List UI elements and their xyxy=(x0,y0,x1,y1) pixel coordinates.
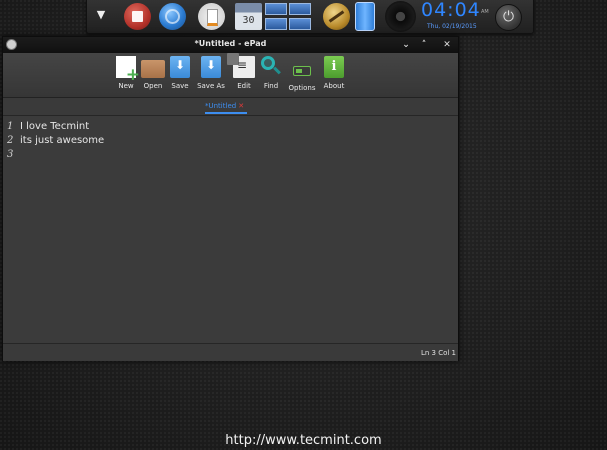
editor-line: 1 I love Tecmint xyxy=(7,121,89,135)
options-button[interactable]: Options xyxy=(288,56,316,94)
info-icon: i xyxy=(324,56,344,78)
cursor-position: Ln 3 Col 1 xyxy=(420,349,456,357)
tab-bar: *Untitled ✕ xyxy=(3,98,458,116)
folder-icon xyxy=(141,60,165,78)
save-as-label: Save As xyxy=(197,82,225,90)
clock-date: Thu, 02/19/2015 xyxy=(427,23,477,30)
about-label: About xyxy=(323,82,345,90)
clock-time: 04:04 xyxy=(421,0,481,21)
edit-button[interactable]: Edit xyxy=(227,53,255,94)
top-dock: ▼ 30 04:04 AM Thu, 02/19/2015 ⏻ xyxy=(86,0,534,34)
close-button[interactable]: ✕ xyxy=(440,38,454,52)
chevron-down-icon[interactable]: ▼ xyxy=(93,7,109,23)
title-bar[interactable]: *Untitled - ePad ⌄ ˄ ✕ xyxy=(3,37,458,53)
editor-line: 3 xyxy=(7,149,20,163)
save-label: Save xyxy=(171,82,189,90)
disc-icon[interactable] xyxy=(385,1,416,32)
browser-globe-icon[interactable] xyxy=(159,3,186,30)
calendar-icon[interactable]: 30 xyxy=(235,3,262,30)
find-label: Find xyxy=(263,82,279,90)
clock-widget[interactable]: 04:04 AM Thu, 02/19/2015 xyxy=(421,0,495,32)
open-label: Open xyxy=(143,82,163,90)
save-as-button[interactable]: Save As xyxy=(196,56,226,94)
line-text: its just awesome xyxy=(20,135,105,146)
tab-close-icon[interactable]: ✕ xyxy=(238,102,244,110)
save-button[interactable]: Save xyxy=(169,56,191,94)
workspace-switcher-icon[interactable] xyxy=(265,3,313,30)
tab-untitled[interactable]: *Untitled ✕ xyxy=(205,102,244,110)
status-bar: Ln 3 Col 1 xyxy=(3,343,458,361)
save-as-icon xyxy=(201,56,221,78)
tab-label: *Untitled xyxy=(205,102,237,110)
options-label: Options xyxy=(288,84,316,92)
line-number: 2 xyxy=(7,135,14,146)
window-title: *Untitled - ePad xyxy=(194,39,267,48)
line-text: I love Tecmint xyxy=(20,121,90,132)
power-icon[interactable]: ⏻ xyxy=(495,4,522,31)
about-button[interactable]: i About xyxy=(321,56,347,94)
edit-document-icon xyxy=(227,53,255,78)
new-file-icon xyxy=(116,56,140,84)
maximize-button[interactable]: ˄ xyxy=(417,38,431,52)
magnifier-icon xyxy=(260,56,282,78)
save-icon xyxy=(170,56,190,78)
open-button[interactable]: Open xyxy=(141,56,165,94)
editor-line: 2 its just awesome xyxy=(7,135,104,149)
text-editor[interactable]: 1 I love Tecmint 2 its just awesome 3 xyxy=(3,116,458,343)
line-number: 1 xyxy=(7,121,14,132)
file-manager-icon[interactable] xyxy=(355,2,375,31)
edit-label: Edit xyxy=(237,82,251,90)
clock-ampm: AM xyxy=(481,9,489,15)
watermark: http://www.tecmint.com xyxy=(225,433,382,448)
line-number: 3 xyxy=(7,149,14,160)
new-button[interactable]: New xyxy=(115,56,140,94)
toolbar: New Open Save Save As Edit Find Options … xyxy=(3,53,458,98)
minimize-button[interactable]: ⌄ xyxy=(399,38,413,52)
find-button[interactable]: Find xyxy=(260,56,282,94)
media-app-icon[interactable] xyxy=(124,3,151,30)
active-tab-indicator xyxy=(205,112,247,114)
document-viewer-icon[interactable] xyxy=(198,3,225,30)
toggle-icon xyxy=(293,66,311,76)
settings-ball-icon[interactable] xyxy=(323,3,350,30)
epad-window: *Untitled - ePad ⌄ ˄ ✕ New Open Save Sav… xyxy=(2,36,459,361)
